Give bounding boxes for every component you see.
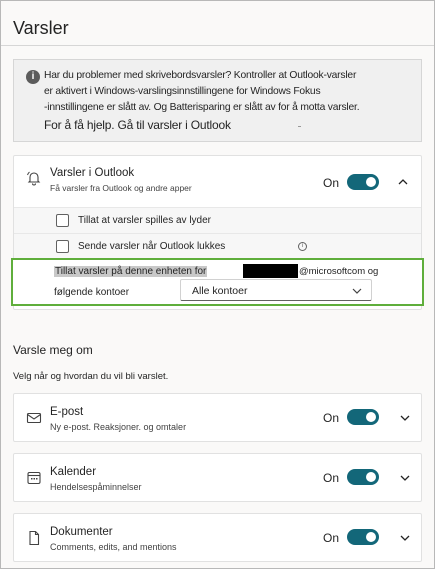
sound-option-label: Tillat at varsler spilles av lyder: [78, 215, 212, 226]
following-accounts-label: følgende kontoer: [54, 287, 130, 298]
category-email[interactable]: E-post Ny e-post. Reaksjoner. og omtaler…: [13, 393, 422, 442]
info-line-3: -innstillingene er slått av. Og Batteris…: [44, 102, 360, 113]
outlook-toggle-label: On: [323, 176, 340, 190]
chevron-down-icon[interactable]: [399, 532, 411, 544]
category-calendar[interactable]: Kalender Hendelsespåminnelser On: [13, 453, 422, 502]
close-option-label: Sende varsler når Outlook lukkes: [78, 241, 226, 252]
info-banner: i Har du problemer med skrivebordsvarsle…: [13, 59, 422, 142]
category-calendar-title: Kalender: [50, 466, 97, 478]
sound-option-row: Tillat at varsler spilles av lyder: [14, 207, 421, 233]
accounts-dropdown[interactable]: Alle kontoer: [180, 279, 372, 301]
category-documents[interactable]: Dokumenter Comments, edits, and mentions…: [13, 513, 422, 562]
chevron-up-icon[interactable]: [397, 176, 409, 188]
category-documents-title: Dokumenter: [50, 526, 113, 538]
category-calendar-subtitle: Hendelsespåminnelser: [50, 482, 142, 492]
bell-ringing-icon: [27, 171, 41, 186]
info-icon: i: [26, 70, 40, 84]
chevron-down-icon[interactable]: [399, 472, 411, 484]
notify-section-title: Varsle meg om: [13, 343, 93, 357]
category-email-toggle[interactable]: [347, 409, 379, 425]
outlook-card-header[interactable]: Varsler i Outlook Få varsler fra Outlook…: [14, 156, 421, 204]
chevron-down-icon[interactable]: [399, 412, 411, 424]
header-divider: [1, 45, 434, 46]
settings-panel: Varsler i Har du problemer med skrivebor…: [0, 0, 435, 569]
outlook-toggle[interactable]: [347, 174, 379, 190]
category-email-toggle-label: On: [323, 411, 340, 425]
close-option-row: Sende varsler når Outlook lukkes i: [14, 233, 421, 259]
redacted-account: [243, 264, 298, 278]
category-documents-toggle[interactable]: [347, 529, 379, 545]
info-line-2: er aktivert i Windows-varslingsinnstilli…: [44, 86, 321, 97]
sound-checkbox[interactable]: [56, 214, 69, 227]
divider-dot: [298, 126, 301, 127]
category-calendar-toggle[interactable]: [347, 469, 379, 485]
device-accounts-row: Tillat varsler på denne enheten for @mic…: [11, 258, 424, 306]
calendar-icon: [27, 471, 41, 485]
outlook-card-title: Varsler i Outlook: [50, 167, 135, 179]
account-domain: @microsoftcom og: [299, 266, 379, 277]
info-circle-icon[interactable]: i: [298, 242, 307, 251]
notify-section-description: Velg når og hvordan du vil bli varslet.: [13, 371, 169, 382]
allow-device-label: Tillat varsler på denne enheten for: [54, 266, 208, 277]
chevron-down-icon: [352, 288, 362, 294]
mail-icon: [26, 412, 42, 424]
info-banner-text: Har du problemer med skrivebordsvarsler?…: [44, 68, 416, 134]
category-documents-toggle-label: On: [323, 531, 340, 545]
close-checkbox[interactable]: [56, 240, 69, 253]
category-email-subtitle: Ny e-post. Reaksjoner. og omtaler: [50, 422, 187, 432]
document-icon: [29, 530, 40, 546]
allow-device-text: Tillat varsler på denne enheten for: [54, 266, 208, 277]
info-line-1: Har du problemer med skrivebordsvarsler?…: [44, 70, 357, 81]
category-documents-subtitle: Comments, edits, and mentions: [50, 542, 177, 552]
outlook-card-subtitle: Få varsler fra Outlook og andre apper: [50, 183, 192, 193]
page-title: Varsler: [13, 18, 69, 38]
category-email-title: E-post: [50, 406, 84, 418]
info-help-link[interactable]: For å få hjelp. Gå til varsler i Outlook: [44, 116, 416, 134]
category-calendar-toggle-label: On: [323, 471, 340, 485]
accounts-dropdown-value: Alle kontoer: [192, 285, 248, 297]
